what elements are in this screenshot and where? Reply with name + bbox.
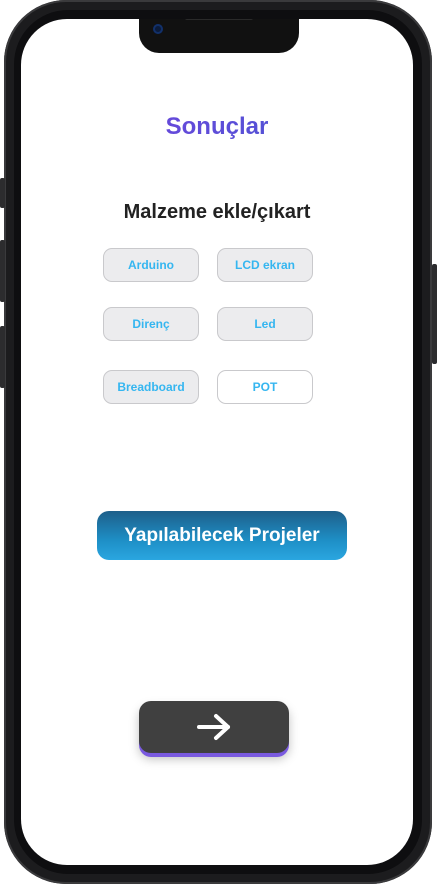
speaker-grill xyxy=(185,19,253,20)
section-title: Malzeme ekle/çıkart xyxy=(123,201,311,223)
side-button-volume-down xyxy=(0,326,5,388)
front-camera xyxy=(153,24,163,34)
next-button[interactable] xyxy=(139,701,289,753)
side-button-silent xyxy=(0,178,5,208)
chip-direnc[interactable]: Direnç xyxy=(103,307,199,341)
arrow-right-icon xyxy=(197,714,230,740)
page-title: Sonuçlar xyxy=(21,113,413,141)
chip-arduino[interactable]: Arduino xyxy=(103,248,199,282)
notch xyxy=(139,19,299,53)
side-button-power xyxy=(432,264,437,364)
chip-lcd-ekran[interactable]: LCD ekran xyxy=(217,248,313,282)
app-screen: Sonuçlar Malzeme ekle/çıkart Arduino LCD… xyxy=(21,19,413,865)
chip-breadboard[interactable]: Breadboard xyxy=(103,370,199,404)
projects-button[interactable]: Yapılabilecek Projeler xyxy=(97,511,347,560)
chip-led[interactable]: Led xyxy=(217,307,313,341)
chip-pot[interactable]: POT xyxy=(217,370,313,404)
side-button-volume-up xyxy=(0,240,5,302)
